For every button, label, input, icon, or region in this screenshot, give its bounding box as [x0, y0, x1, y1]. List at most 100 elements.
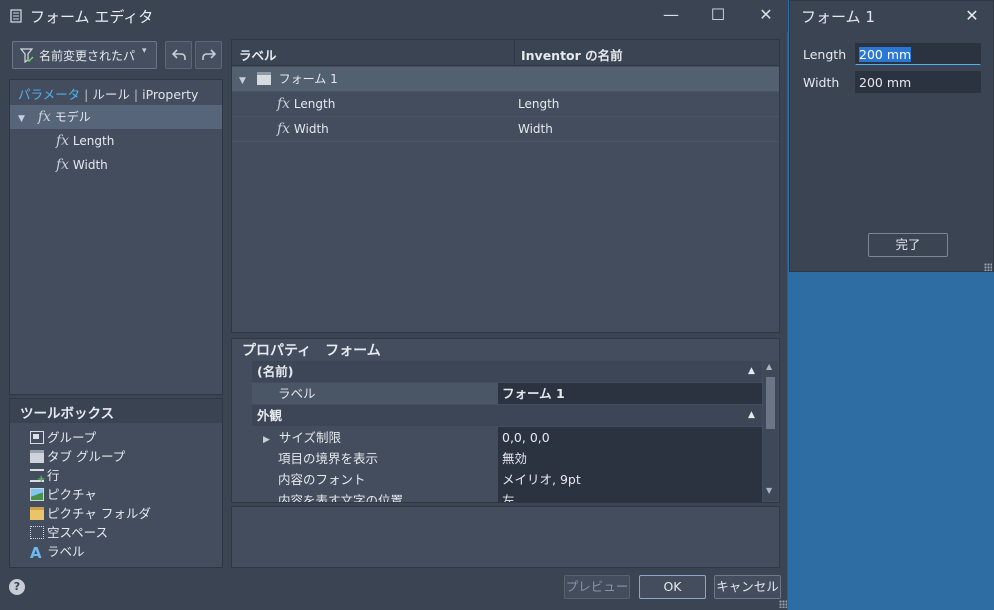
length-input-value: 200 mm: [859, 47, 912, 62]
toolbox-item-label: グループ: [47, 430, 97, 445]
property-row-item-border[interactable]: 項目の境界を表示 無効: [252, 448, 762, 469]
property-value[interactable]: 0,0, 0,0: [498, 427, 762, 448]
grid-row-form[interactable]: ▼ フォーム 1: [232, 67, 779, 92]
redo-button[interactable]: [195, 41, 222, 69]
width-input-value: 200 mm: [859, 75, 912, 90]
expand-arrow-icon[interactable]: ▼: [18, 107, 26, 131]
tree-node-model[interactable]: ▼ fx モデル: [10, 105, 222, 129]
category-label: (名前): [257, 364, 294, 379]
dropdown-label: 名前変更されたパ: [39, 49, 136, 63]
done-button[interactable]: 完了: [868, 233, 948, 257]
fx-icon: fx: [56, 157, 70, 173]
property-value[interactable]: 無効: [498, 448, 762, 469]
toolbox-panel: ツールボックス グループ タブ グループ + 行 ピクチャ ピクチャ フォルダ 空…: [9, 398, 223, 568]
scroll-down-icon[interactable]: ▼: [766, 486, 772, 495]
column-divider[interactable]: [514, 40, 515, 66]
tree-node-label: Width: [72, 158, 108, 172]
maximize-button[interactable]: ☐: [703, 4, 733, 28]
toolbox-item-label: タブ グループ: [47, 449, 126, 464]
scrollbar-thumb[interactable]: [766, 377, 775, 429]
help-icon[interactable]: ?: [9, 579, 25, 595]
property-value[interactable]: メイリオ, 9pt: [498, 469, 762, 490]
tree-node-length[interactable]: fx Length: [10, 129, 222, 153]
cancel-button[interactable]: キャンセル: [714, 575, 781, 599]
property-key: 内容を表す文字の位置: [278, 493, 404, 502]
minimize-button[interactable]: —: [656, 4, 686, 28]
tree-node-width[interactable]: fx Width: [10, 153, 222, 177]
property-key: 項目の境界を表示: [278, 451, 379, 466]
column-header-label[interactable]: ラベル: [239, 45, 277, 64]
column-header-inventor-name[interactable]: Inventor の名前: [521, 45, 623, 64]
field-label-width: Width: [803, 75, 840, 90]
toolbox-item-label: ピクチャ: [47, 487, 97, 502]
undo-arrow-icon: [171, 49, 186, 60]
property-category-appearance[interactable]: 外観 ▲: [252, 405, 762, 426]
width-input[interactable]: 200 mm: [855, 71, 981, 93]
properties-panel: プロパティ フォーム (名前) ▲ ラベル フォーム 1 外観 ▲ ▶ サイズ制…: [231, 338, 780, 503]
app-icon: [10, 9, 22, 23]
property-row-label[interactable]: ラベル フォーム 1: [252, 383, 762, 404]
toolbox-item-label-tool[interactable]: A ラベル: [30, 542, 151, 561]
form-editor-window: フォーム エディタ — ☐ ✕ 名前変更されたパ ▾ パラメータ | ルール | iPr…: [0, 0, 788, 610]
close-button[interactable]: ✕: [751, 4, 781, 28]
group-icon: [30, 431, 44, 444]
preview-button[interactable]: プレビュー: [564, 575, 630, 599]
label-a-icon: A: [30, 544, 42, 562]
expand-arrow-icon[interactable]: ▼: [239, 69, 249, 94]
grid-row-width[interactable]: fx Width Width: [232, 117, 779, 142]
resize-grip[interactable]: [779, 600, 787, 608]
grid-cell-label: Length: [293, 97, 336, 111]
ok-button[interactable]: OK: [639, 575, 706, 599]
toolbox-item-picture-folder[interactable]: ピクチャ フォルダ: [30, 504, 151, 523]
grid-row-length[interactable]: fx Length Length: [232, 92, 779, 117]
property-value[interactable]: フォーム 1: [498, 383, 762, 404]
property-key: 内容のフォント: [278, 472, 366, 487]
undo-button[interactable]: [165, 41, 192, 69]
property-description-area: [231, 506, 780, 568]
tab-rules[interactable]: ルール: [92, 87, 130, 102]
property-category-name[interactable]: (名前) ▲: [252, 361, 762, 382]
chevron-down-icon: ▾: [142, 46, 147, 56]
title-bar: フォーム エディタ — ☐ ✕: [0, 0, 788, 32]
form-icon: [256, 72, 271, 85]
grid-header: ラベル Inventor の名前: [232, 40, 779, 66]
expand-arrow-icon[interactable]: ▶: [263, 435, 270, 445]
tab-iproperty[interactable]: iProperty: [142, 87, 198, 102]
form-close-button[interactable]: ✕: [960, 4, 984, 28]
length-input[interactable]: 200 mm: [855, 43, 981, 65]
tab-parameters[interactable]: パラメータ: [18, 87, 80, 102]
collapse-arrow-icon[interactable]: ▲: [748, 361, 755, 382]
toolbox-item-label: 行: [47, 468, 60, 483]
category-label: 外観: [257, 408, 283, 423]
toolbox-item-tab-group[interactable]: タブ グループ: [30, 447, 151, 466]
parameter-tree: ▼ fx モデル fx Length fx Width: [10, 105, 222, 177]
filter-dropdown[interactable]: 名前変更されたパ ▾: [12, 41, 157, 69]
properties-scrollbar[interactable]: ▲ ▼: [763, 361, 778, 501]
property-row-text-position[interactable]: 内容を表す文字の位置 左: [252, 490, 762, 502]
toolbox-item-row[interactable]: + 行: [30, 466, 151, 485]
empty-space-icon: [30, 526, 44, 539]
property-value[interactable]: 左: [498, 490, 762, 502]
toolbox-list: グループ タブ グループ + 行 ピクチャ ピクチャ フォルダ 空スペース A ラベ…: [30, 428, 151, 561]
scroll-up-icon[interactable]: ▲: [766, 362, 772, 371]
collapse-arrow-icon[interactable]: ▲: [748, 405, 755, 426]
toolbox-item-label: ラベル: [47, 544, 85, 559]
properties-title: プロパティ フォーム: [242, 343, 381, 359]
fx-icon: fx: [277, 121, 291, 137]
grid-cell-inventor-name: Width: [518, 122, 553, 136]
tree-node-label: Length: [72, 134, 115, 148]
tab-group-icon: [30, 450, 44, 463]
grid-form-name: フォーム 1: [278, 72, 338, 86]
fx-icon: fx: [37, 109, 51, 125]
tree-node-label: モデル: [54, 110, 91, 124]
property-row-size-limit[interactable]: ▶ サイズ制限 0,0, 0,0: [252, 427, 762, 448]
tab-separator: |: [133, 87, 139, 102]
toolbox-item-group[interactable]: グループ: [30, 428, 151, 447]
toolbox-item-label: ピクチャ フォルダ: [47, 506, 151, 521]
toolbox-item-empty-space[interactable]: 空スペース: [30, 523, 151, 542]
picture-folder-icon: [30, 507, 44, 520]
resize-grip[interactable]: [984, 263, 992, 271]
toolbox-item-picture[interactable]: ピクチャ: [30, 485, 151, 504]
field-label-length: Length: [803, 47, 847, 62]
property-row-content-font[interactable]: 内容のフォント メイリオ, 9pt: [252, 469, 762, 490]
